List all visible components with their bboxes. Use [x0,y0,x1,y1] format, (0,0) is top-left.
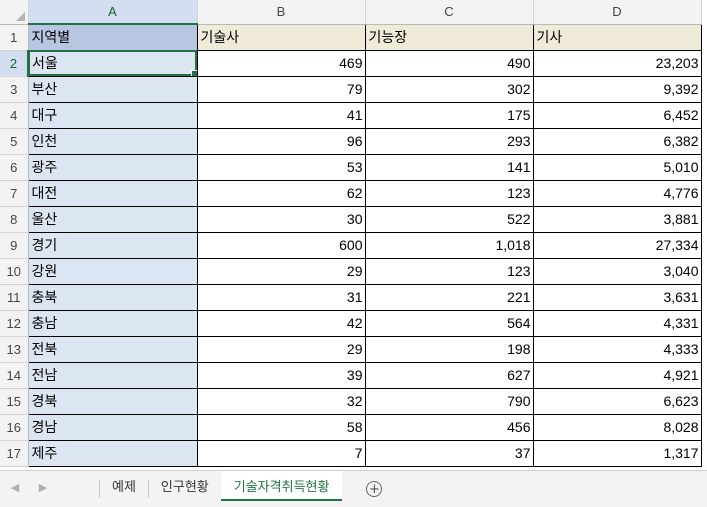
value-cell-d[interactable]: 6,623 [532,387,702,415]
value-cell-b[interactable]: 469 [196,49,366,77]
header-cell-region[interactable]: 지역별 [27,23,198,51]
row-header[interactable]: 12 [0,310,29,337]
value-cell-c[interactable]: 198 [364,335,534,363]
value-cell-d[interactable]: 9,392 [532,75,702,103]
row-header[interactable]: 1 [0,24,29,51]
value-cell-c[interactable]: 790 [364,387,534,415]
row-header[interactable]: 16 [0,414,29,441]
region-cell[interactable]: 광주 [27,153,198,181]
region-cell[interactable]: 전남 [27,361,198,389]
value-cell-b[interactable]: 32 [196,387,366,415]
sheet-tab-population[interactable]: 인구현황 [149,471,221,499]
scroll-tabs-right-icon[interactable]: ▶ [30,481,56,494]
column-header-d[interactable]: D [533,0,702,25]
value-cell-d[interactable]: 4,776 [532,179,702,207]
value-cell-c[interactable]: 490 [364,49,534,77]
value-cell-b[interactable]: 29 [196,335,366,363]
value-cell-b[interactable]: 41 [196,101,366,129]
value-cell-d[interactable]: 3,631 [532,283,702,311]
value-cell-d[interactable]: 3,881 [532,205,702,233]
value-cell-c[interactable]: 37 [364,439,534,467]
column-header-a[interactable]: A [28,0,198,25]
value-cell-b[interactable]: 29 [196,257,366,285]
region-cell[interactable]: 울산 [27,205,198,233]
value-cell-b[interactable]: 53 [196,153,366,181]
value-cell-c[interactable]: 175 [364,101,534,129]
region-cell[interactable]: 제주 [27,439,198,467]
row-header[interactable]: 11 [0,284,29,311]
row-header[interactable]: 2 [0,50,29,77]
sheet-tab-qualification[interactable]: 기술자격취득현황 [220,471,343,501]
worksheet-table: A B C D 1 지역별 기술사 기능장 기사 2 서울 469 490 23,203… [0,0,702,467]
value-cell-d[interactable]: 5,010 [532,153,702,181]
value-cell-c[interactable]: 123 [364,257,534,285]
value-cell-c[interactable]: 221 [364,283,534,311]
region-cell[interactable]: 경남 [27,413,198,441]
region-cell[interactable]: 충북 [27,283,198,311]
value-cell-d[interactable]: 8,028 [532,413,702,441]
add-sheet-icon[interactable]: + [366,481,383,497]
value-cell-d[interactable]: 6,382 [532,127,702,155]
scroll-tabs-left-icon[interactable]: ◀ [0,481,30,494]
column-header-b[interactable]: B [197,0,366,25]
value-cell-c[interactable]: 456 [364,413,534,441]
value-cell-b[interactable]: 62 [196,179,366,207]
row-header[interactable]: 4 [0,102,29,129]
region-cell[interactable]: 전북 [27,335,198,363]
region-cell[interactable]: 대구 [27,101,198,129]
row-header[interactable]: 10 [0,258,29,285]
region-cell[interactable]: 서울 [27,49,198,77]
row-header[interactable]: 14 [0,362,29,389]
region-cell[interactable]: 대전 [27,179,198,207]
region-cell[interactable]: 경기 [27,231,198,259]
value-cell-b[interactable]: 39 [196,361,366,389]
region-cell[interactable]: 경북 [27,387,198,415]
value-cell-c[interactable]: 302 [364,75,534,103]
row-header[interactable]: 7 [0,180,29,207]
row-header[interactable]: 3 [0,76,29,103]
value-cell-b[interactable]: 600 [196,231,366,259]
value-cell-d[interactable]: 6,452 [532,101,702,129]
value-cell-b[interactable]: 58 [196,413,366,441]
value-cell-c[interactable]: 564 [364,309,534,337]
header-cell-c[interactable]: 기능장 [364,23,534,51]
value-cell-c[interactable]: 293 [364,127,534,155]
value-cell-d[interactable]: 4,921 [532,361,702,389]
select-all-corner[interactable] [0,0,29,25]
value-cell-c[interactable]: 141 [364,153,534,181]
value-cell-d[interactable]: 4,331 [532,309,702,337]
value-cell-c[interactable]: 522 [364,205,534,233]
row-header[interactable]: 5 [0,128,29,155]
spreadsheet-grid: A B C D 1 지역별 기술사 기능장 기사 2 서울 469 490 23,203… [0,0,707,470]
value-cell-c[interactable]: 123 [364,179,534,207]
sheet-tab-bar: ◀ ▶ 예제 인구현황 기술자격취득현황 + [0,470,707,507]
sheet-tab-example[interactable]: 예제 [100,471,148,499]
value-cell-b[interactable]: 30 [196,205,366,233]
value-cell-b[interactable]: 31 [196,283,366,311]
value-cell-b[interactable]: 42 [196,309,366,337]
region-cell[interactable]: 충남 [27,309,198,337]
row-header[interactable]: 15 [0,388,29,415]
value-cell-c[interactable]: 1,018 [364,231,534,259]
value-cell-d[interactable]: 1,317 [532,439,702,467]
value-cell-c[interactable]: 627 [364,361,534,389]
value-cell-b[interactable]: 96 [196,127,366,155]
row-header[interactable]: 8 [0,206,29,233]
region-cell[interactable]: 인천 [27,127,198,155]
value-cell-b[interactable]: 79 [196,75,366,103]
value-cell-b[interactable]: 7 [196,439,366,467]
row-header[interactable]: 9 [0,232,29,259]
region-cell[interactable]: 부산 [27,75,198,103]
row-header[interactable]: 6 [0,154,29,181]
row-header[interactable]: 13 [0,336,29,363]
row-header[interactable]: 17 [0,440,29,467]
value-cell-d[interactable]: 4,333 [532,335,702,363]
value-cell-d[interactable]: 3,040 [532,257,702,285]
value-cell-d[interactable]: 27,334 [532,231,702,259]
header-cell-d[interactable]: 기사 [532,23,702,51]
region-cell[interactable]: 강원 [27,257,198,285]
value-cell-d[interactable]: 23,203 [532,49,702,77]
header-cell-b[interactable]: 기술사 [196,23,366,51]
column-header-c[interactable]: C [365,0,534,25]
